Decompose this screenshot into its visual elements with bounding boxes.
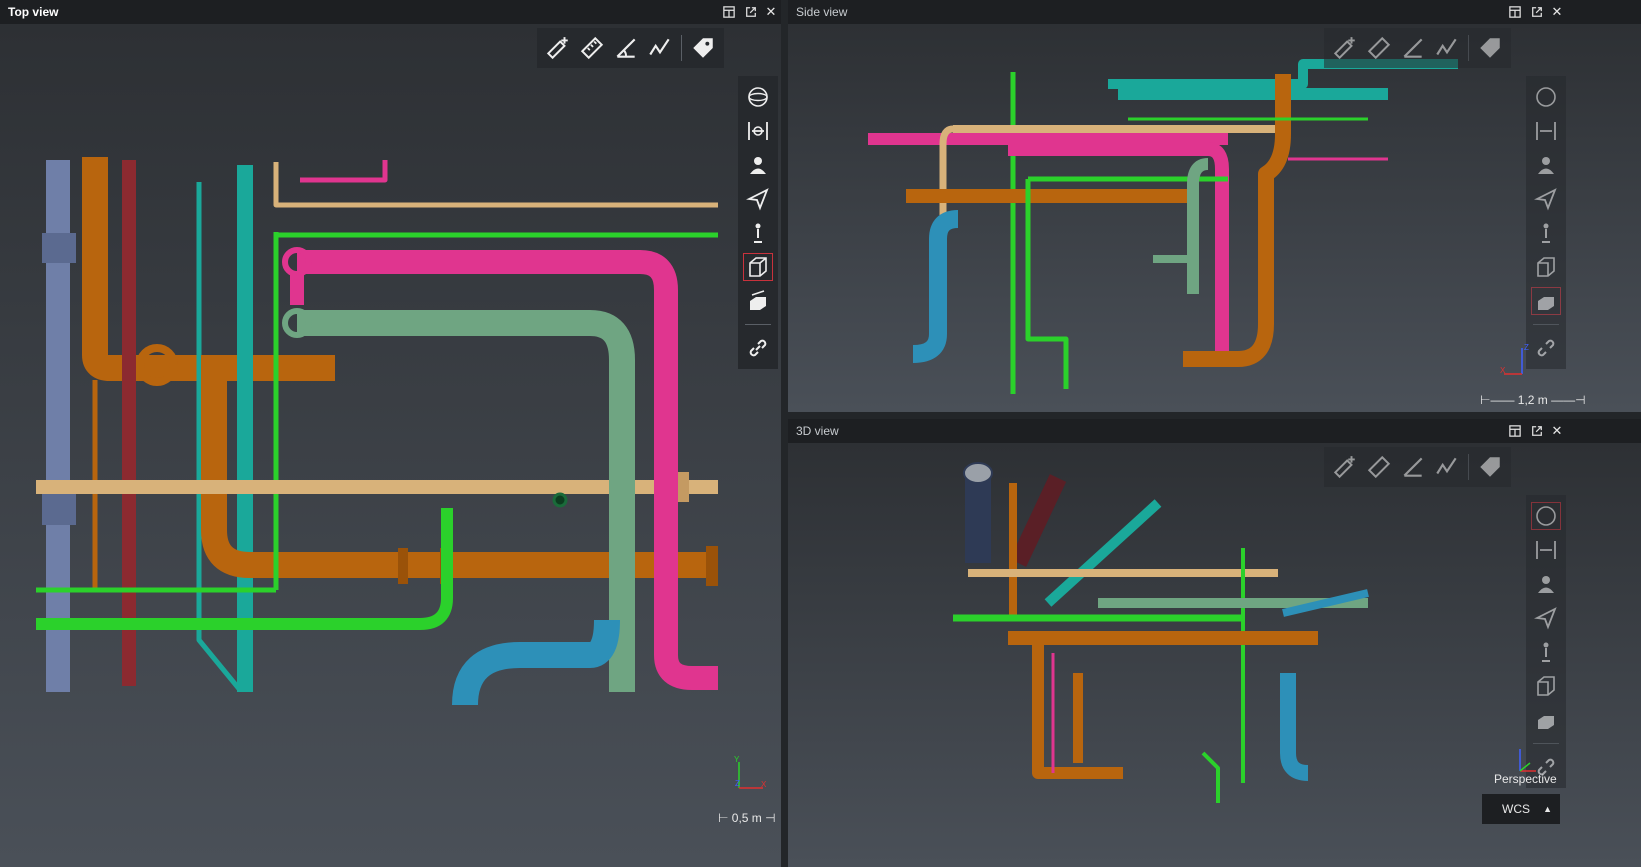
svg-text:Z: Z: [735, 779, 740, 788]
svg-text:Y: Y: [734, 756, 740, 764]
toolbar-separator: [1468, 35, 1469, 61]
top-view-axis-triad: Y X Z: [734, 756, 767, 789]
walk-person-icon[interactable]: [1528, 567, 1564, 601]
top-view-titlebar: Top view ✕: [0, 0, 781, 24]
tag-icon[interactable]: [1473, 31, 1507, 65]
close-icon[interactable]: ✕: [1548, 422, 1566, 440]
close-icon[interactable]: ✕: [1548, 3, 1566, 21]
orbit-icon[interactable]: [1528, 80, 1564, 114]
popout-icon[interactable]: [1528, 3, 1546, 21]
side-view-panel: Side view ✕ Z X ⊢—— 1,2 m ——⊣: [788, 0, 1641, 412]
svg-text:X: X: [1500, 366, 1506, 375]
coordinate-system-value: WCS: [1502, 802, 1530, 816]
section-icon[interactable]: [1528, 703, 1564, 737]
path-measure-icon[interactable]: [643, 31, 677, 65]
angle-measure-icon[interactable]: [1396, 450, 1430, 484]
side-view-scale-bar: ⊢—— 1,2 m ——⊣: [1480, 393, 1586, 407]
side-view-view-toolbar: [1526, 76, 1566, 369]
side-view-measure-toolbar: [1324, 28, 1511, 68]
close-icon[interactable]: ✕: [762, 3, 780, 21]
path-measure-icon[interactable]: [1430, 450, 1464, 484]
top-view-scale-bar: ⊢ 0,5 m ⊣: [718, 811, 776, 825]
tag-icon[interactable]: [686, 31, 720, 65]
stand-person-icon[interactable]: [740, 216, 776, 250]
top-view-view-toolbar: [738, 76, 778, 369]
top-view-title: Top view: [8, 5, 59, 19]
stand-person-icon[interactable]: [1528, 216, 1564, 250]
orbit-icon[interactable]: [1528, 499, 1564, 533]
walk-person-icon[interactable]: [740, 148, 776, 182]
fly-icon[interactable]: [740, 182, 776, 216]
toolbar-separator: [681, 35, 682, 61]
measure-icon[interactable]: [1362, 31, 1396, 65]
3d-view-measure-toolbar: [1324, 447, 1511, 487]
orbit-icon[interactable]: [740, 80, 776, 114]
top-view-measure-toolbar: [537, 28, 724, 68]
link-icon[interactable]: [740, 331, 776, 365]
fit-icon[interactable]: [1528, 533, 1564, 567]
side-view-title: Side view: [796, 5, 848, 19]
top-view-pipes: [36, 157, 718, 706]
toolbar-separator: [1468, 454, 1469, 480]
3d-view-panel: 3D view ✕ Perspective WCS ▲: [788, 419, 1641, 867]
add-measure-icon[interactable]: [1328, 450, 1362, 484]
3d-view-title: 3D view: [796, 424, 839, 438]
add-measure-icon[interactable]: [1328, 31, 1362, 65]
svg-text:X: X: [761, 780, 767, 789]
tag-icon[interactable]: [1473, 450, 1507, 484]
box-view-icon[interactable]: [1528, 669, 1564, 703]
view-toolbar-separator: [745, 324, 771, 325]
fly-icon[interactable]: [1528, 601, 1564, 635]
popout-icon[interactable]: [742, 3, 760, 21]
side-view-viewport[interactable]: Z X ⊢—— 1,2 m ——⊣: [788, 24, 1641, 412]
3d-view-titlebar: 3D view ✕: [788, 419, 1641, 443]
box-view-icon[interactable]: [740, 250, 776, 284]
section-icon[interactable]: [1528, 284, 1564, 318]
coordinate-system-selector[interactable]: WCS ▲: [1482, 794, 1560, 824]
layout-icon[interactable]: [1506, 422, 1524, 440]
fly-icon[interactable]: [1528, 182, 1564, 216]
box-view-icon[interactable]: [1528, 250, 1564, 284]
layout-icon[interactable]: [1506, 3, 1524, 21]
add-measure-icon[interactable]: [541, 31, 575, 65]
projection-label[interactable]: Perspective: [1494, 772, 1557, 786]
popout-icon[interactable]: [1528, 422, 1546, 440]
section-icon[interactable]: [740, 284, 776, 318]
angle-measure-icon[interactable]: [1396, 31, 1430, 65]
svg-text:Z: Z: [1524, 343, 1529, 352]
caret-up-icon: ▲: [1543, 804, 1552, 814]
walk-person-icon[interactable]: [1528, 148, 1564, 182]
3d-view-viewport[interactable]: Perspective WCS ▲: [788, 443, 1641, 867]
path-measure-icon[interactable]: [1430, 31, 1464, 65]
layout-icon[interactable]: [720, 3, 738, 21]
measure-icon[interactable]: [575, 31, 609, 65]
measure-icon[interactable]: [1362, 450, 1396, 484]
top-view-viewport[interactable]: Y X Z ⊢ 0,5 m ⊣: [0, 24, 781, 867]
stand-person-icon[interactable]: [1528, 635, 1564, 669]
fit-icon[interactable]: [740, 114, 776, 148]
side-view-titlebar: Side view ✕: [788, 0, 1641, 24]
side-view-axis-triad: Z X: [1500, 343, 1529, 375]
fit-icon[interactable]: [1528, 114, 1564, 148]
top-view-panel: Top view ✕ Y X Z ⊢ 0,5 m ⊣: [0, 0, 781, 867]
angle-measure-icon[interactable]: [609, 31, 643, 65]
view-toolbar-separator: [1533, 324, 1559, 325]
